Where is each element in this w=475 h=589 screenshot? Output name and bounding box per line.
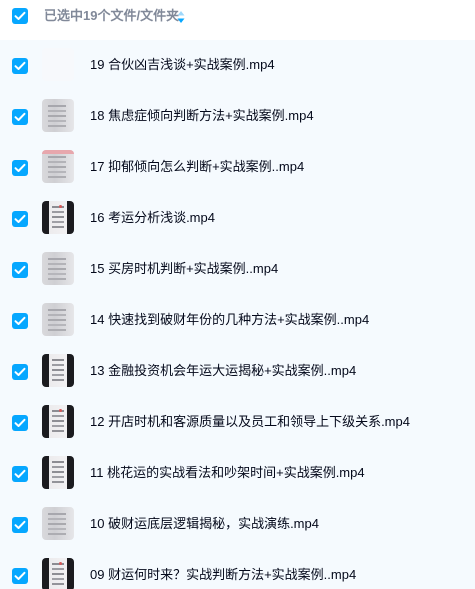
- checkmark-icon: [14, 265, 26, 274]
- checkmark-icon: [14, 571, 26, 580]
- file-name[interactable]: 12 开店时机和客源质量以及员工和领导上下级关系.mp4: [90, 414, 410, 430]
- video-thumbnail: [42, 405, 74, 438]
- file-checkbox[interactable]: [12, 160, 28, 176]
- selection-count-label: 已选中19个文件/文件夹: [44, 8, 180, 23]
- checkmark-icon: [14, 214, 26, 223]
- file-checkbox[interactable]: [12, 466, 28, 482]
- file-checkbox[interactable]: [12, 313, 28, 329]
- file-row[interactable]: 13 金融投资机会年运大运揭秘+实战案例..mp4: [0, 346, 475, 397]
- file-name[interactable]: 11 桃花运的实战看法和吵架时间+实战案例.mp4: [90, 465, 365, 481]
- checkmark-icon: [14, 61, 26, 70]
- video-thumbnail: [42, 99, 74, 132]
- file-name[interactable]: 13 金融投资机会年运大运揭秘+实战案例..mp4: [90, 363, 356, 379]
- file-checkbox[interactable]: [12, 568, 28, 584]
- file-row[interactable]: 16 考运分析浅谈.mp4: [0, 193, 475, 244]
- file-name[interactable]: 09 财运何时来？实战判断方法+实战案例..mp4: [90, 567, 356, 583]
- checkmark-icon: [14, 469, 26, 478]
- file-selection-panel: 已选中19个文件/文件夹 19 合伙凶吉浅谈+实战案例.mp4 18 焦虑症倾向判…: [0, 0, 475, 589]
- video-thumbnail: [42, 558, 74, 589]
- file-name[interactable]: 15 买房时机判断+实战案例..mp4: [90, 261, 278, 277]
- sort-icon[interactable]: [176, 10, 186, 24]
- video-thumbnail: [42, 150, 74, 183]
- file-checkbox[interactable]: [12, 262, 28, 278]
- file-checkbox[interactable]: [12, 364, 28, 380]
- checkmark-icon: [14, 11, 26, 20]
- checkmark-icon: [14, 112, 26, 121]
- file-name[interactable]: 14 快速找到破财年份的几种方法+实战案例..mp4: [90, 312, 369, 328]
- file-name[interactable]: 10 破财运底层逻辑揭秘，实战演练.mp4: [90, 516, 319, 532]
- file-row[interactable]: 12 开店时机和客源质量以及员工和领导上下级关系.mp4: [0, 397, 475, 448]
- file-checkbox[interactable]: [12, 517, 28, 533]
- video-thumbnail: [42, 456, 74, 489]
- file-row[interactable]: 17 抑郁倾向怎么判断+实战案例..mp4: [0, 142, 475, 193]
- file-row[interactable]: 09 财运何时来？实战判断方法+实战案例..mp4: [0, 550, 475, 589]
- file-checkbox[interactable]: [12, 415, 28, 431]
- file-row[interactable]: 19 合伙凶吉浅谈+实战案例.mp4: [0, 40, 475, 91]
- checkmark-icon: [14, 316, 26, 325]
- checkmark-icon: [14, 520, 26, 529]
- video-thumbnail: [42, 201, 74, 234]
- video-thumbnail: [42, 48, 74, 81]
- file-row[interactable]: 10 破财运底层逻辑揭秘，实战演练.mp4: [0, 499, 475, 550]
- checkmark-icon: [14, 418, 26, 427]
- file-name[interactable]: 19 合伙凶吉浅谈+实战案例.mp4: [90, 57, 275, 73]
- video-thumbnail: [42, 303, 74, 336]
- file-name[interactable]: 16 考运分析浅谈.mp4: [90, 210, 215, 226]
- file-row[interactable]: 15 买房时机判断+实战案例..mp4: [0, 244, 475, 295]
- file-row[interactable]: 14 快速找到破财年份的几种方法+实战案例..mp4: [0, 295, 475, 346]
- file-checkbox[interactable]: [12, 58, 28, 74]
- video-thumbnail: [42, 507, 74, 540]
- file-list: 19 合伙凶吉浅谈+实战案例.mp4 18 焦虑症倾向判断方法+实战案例.mp4 1…: [0, 40, 475, 589]
- checkmark-icon: [14, 163, 26, 172]
- file-row[interactable]: 11 桃花运的实战看法和吵架时间+实战案例.mp4: [0, 448, 475, 499]
- selection-header: 已选中19个文件/文件夹: [0, 0, 475, 40]
- select-all-checkbox[interactable]: [12, 8, 28, 24]
- video-thumbnail: [42, 354, 74, 387]
- file-name[interactable]: 18 焦虑症倾向判断方法+实战案例.mp4: [90, 108, 314, 124]
- video-thumbnail: [42, 252, 74, 285]
- file-checkbox[interactable]: [12, 109, 28, 125]
- checkmark-icon: [14, 367, 26, 376]
- file-checkbox[interactable]: [12, 211, 28, 227]
- file-name[interactable]: 17 抑郁倾向怎么判断+实战案例..mp4: [90, 159, 304, 175]
- file-row[interactable]: 18 焦虑症倾向判断方法+实战案例.mp4: [0, 91, 475, 142]
